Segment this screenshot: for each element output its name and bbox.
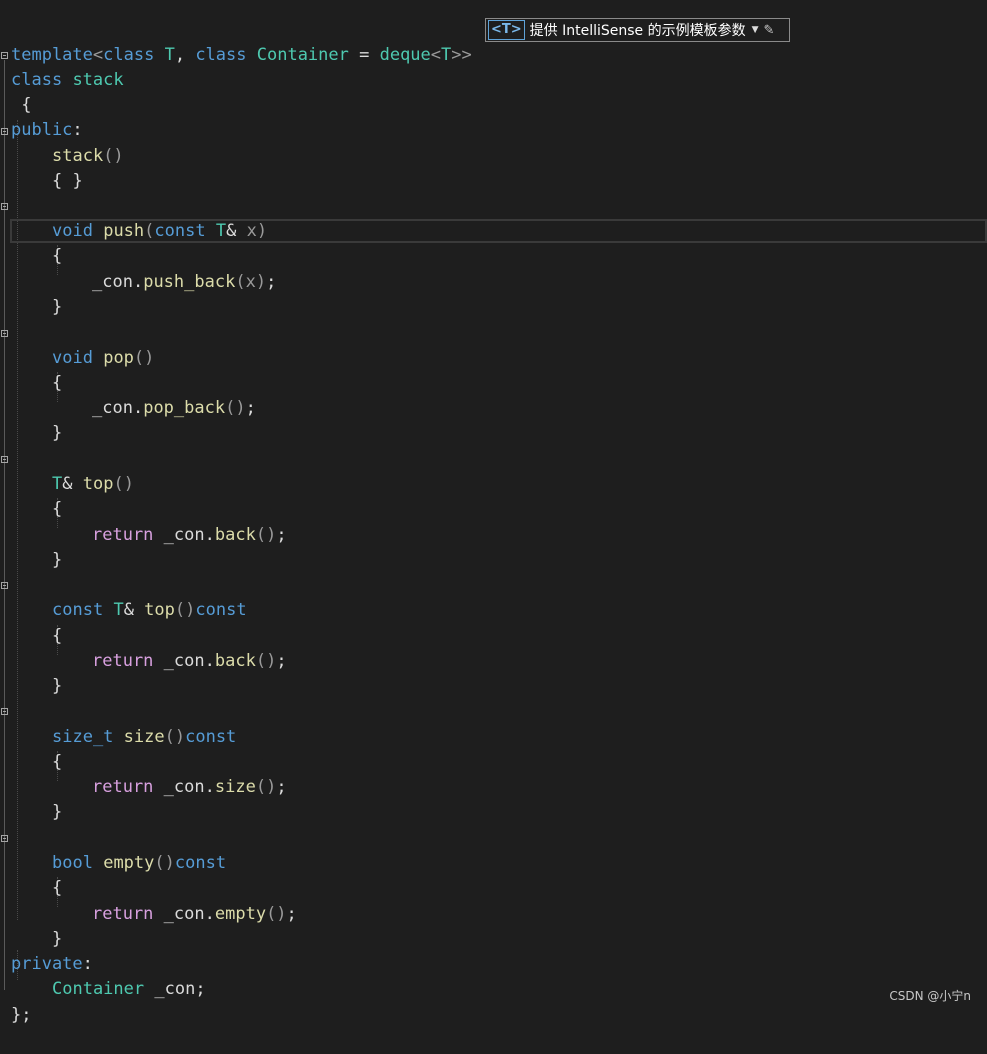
code-editor[interactable]: template<class T, class Container = dequ… (0, 0, 987, 1025)
code-line[interactable]: return _con.back(); (0, 498, 287, 545)
code-line[interactable]: T& top() (0, 447, 134, 494)
code-line[interactable]: { } (0, 144, 83, 191)
code-line[interactable]: void push(const T& x) (0, 194, 267, 241)
code-line[interactable]: template<class T, class Container = dequ… (0, 18, 472, 65)
code-line[interactable]: bool empty()const (0, 826, 226, 873)
code-line[interactable]: } (0, 396, 62, 443)
template-tag-icon: <T> (488, 20, 525, 40)
code-line[interactable]: { (0, 219, 62, 266)
code-line[interactable]: Container _con; (0, 952, 206, 999)
code-line[interactable]: } (0, 523, 62, 570)
code-line[interactable]: } (0, 775, 62, 822)
code-line[interactable]: class stack (0, 43, 124, 90)
watermark: CSDN @小宁n (889, 989, 971, 1003)
code-line[interactable]: _con.pop_back(); (0, 371, 256, 418)
template-argument-bar[interactable]: <T> 提供 IntelliSense 的示例模板参数 ▼ ✎ (485, 18, 790, 42)
code-line[interactable]: { (0, 68, 41, 115)
code-line[interactable]: }; (0, 978, 41, 1025)
code-line[interactable]: { (0, 599, 62, 646)
code-line[interactable]: } (0, 902, 62, 949)
edit-pencil-icon[interactable]: ✎ (764, 23, 775, 38)
code-line[interactable]: size_t size()const (0, 700, 236, 747)
code-line[interactable]: { (0, 725, 62, 772)
code-line[interactable]: { (0, 851, 62, 898)
code-line[interactable]: { (0, 346, 62, 393)
code-line[interactable]: void pop() (0, 321, 154, 368)
code-line[interactable]: const T& top()const (0, 573, 247, 620)
code-line[interactable]: return _con.empty(); (0, 877, 297, 924)
dropdown-arrow-icon[interactable]: ▼ (752, 25, 759, 35)
code-line[interactable]: } (0, 270, 62, 317)
template-bar-label: 提供 IntelliSense 的示例模板参数 (529, 23, 746, 39)
code-line[interactable]: return _con.back(); (0, 624, 287, 671)
code-line[interactable]: stack() (0, 119, 124, 166)
code-line[interactable]: { (0, 472, 62, 519)
code-line[interactable]: public: (0, 93, 83, 140)
code-line[interactable]: private: (0, 927, 93, 974)
code-line[interactable]: return _con.size(); (0, 750, 287, 797)
code-line[interactable]: } (0, 649, 62, 696)
code-line[interactable]: _con.push_back(x); (0, 245, 276, 292)
